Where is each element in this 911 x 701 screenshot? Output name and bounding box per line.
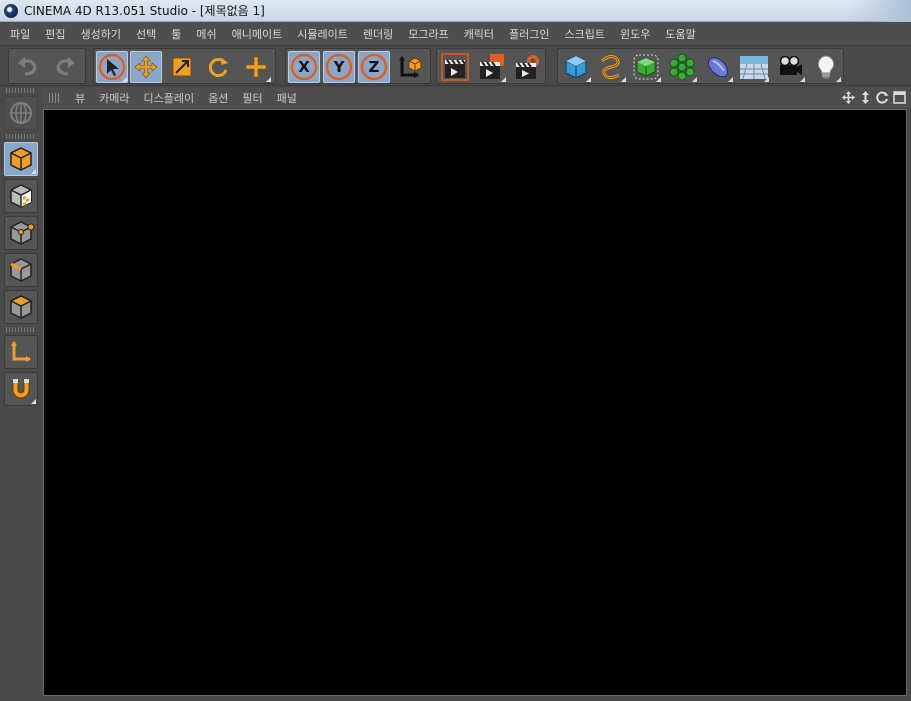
floor-icon[interactable] [738,51,770,83]
menu-plugins[interactable]: 플러그인 [509,26,549,42]
menu-window[interactable]: 윈도우 [620,26,650,42]
render-group [436,48,546,84]
deformer-icon[interactable] [702,51,734,83]
object-mode-icon[interactable] [4,142,38,176]
edge-mode-icon[interactable] [4,253,38,287]
main-toolbar: X Y Z [0,46,911,86]
move-icon[interactable] [130,51,162,83]
menu-mesh[interactable]: 메쉬 [196,26,216,42]
menu-character[interactable]: 캐릭터 [464,26,494,42]
y-axis-label: Y [333,58,346,76]
axis-group: X Y Z [285,48,431,84]
axis-mode-icon[interactable] [4,335,38,369]
scale-icon[interactable] [166,51,198,83]
render-settings-icon[interactable] [511,51,543,83]
y-axis-lock-button[interactable]: Y [323,51,355,83]
x-axis-lock-button[interactable]: X [288,51,320,83]
orbit-icon[interactable] [875,90,890,105]
viewport-menu-filter[interactable]: 필터 [242,90,262,106]
menu-select[interactable]: 선택 [136,26,156,42]
menu-help[interactable]: 도움말 [665,26,695,42]
point-mode-icon[interactable] [4,216,38,250]
polygon-mode-icon[interactable] [4,290,38,324]
menu-script[interactable]: 스크립트 [565,26,605,42]
camera-icon[interactable] [774,51,806,83]
menu-animate[interactable]: 애니메이트 [232,26,283,42]
select-arrow-icon[interactable] [96,51,128,83]
render-view-icon[interactable] [439,51,471,83]
magnet-icon[interactable] [4,372,38,406]
window-title: CINEMA 4D R13.051 Studio - [제목없음 1] [24,4,265,18]
tools-group [93,48,276,84]
spline-icon[interactable] [595,51,627,83]
array-icon[interactable] [666,51,698,83]
title-bar-glass [851,0,911,22]
z-axis-lock-button[interactable]: Z [358,51,390,83]
rotate-icon[interactable] [202,51,234,83]
menu-edit[interactable]: 편집 [45,26,65,42]
nurbs-icon[interactable] [630,51,662,83]
viewport-menu-camera[interactable]: 카메라 [99,90,129,106]
redo-icon[interactable] [49,51,81,83]
undo-icon[interactable] [12,51,44,83]
z-axis-label: Z [369,58,380,76]
pan-icon[interactable] [841,90,856,105]
mode-palette [0,86,42,701]
menu-mograph[interactable]: 모그라프 [408,26,448,42]
viewport-menu-bar: 뷰 카메라 디스플레이 옵션 필터 패널 [43,88,911,108]
light-icon[interactable] [810,51,842,83]
3d-viewport[interactable] [43,109,907,696]
menu-file[interactable]: 파일 [10,26,30,42]
maximize-view-icon[interactable] [892,90,907,105]
history-group [8,48,86,84]
objects-group [557,48,844,84]
viewport-grip[interactable] [49,93,61,103]
menu-bar: 파일 편집 생성하기 선택 툴 메쉬 애니메이트 시뮬레이트 렌더링 모그라프 … [0,22,911,46]
title-bar: CINEMA 4D R13.051 Studio - [제목없음 1] [0,0,911,22]
x-axis-label: X [298,58,310,76]
viewport-menu-options[interactable]: 옵션 [208,90,228,106]
viewport-menu-view[interactable]: 뷰 [75,90,85,106]
menu-create[interactable]: 생성하기 [81,26,121,42]
viewport-menu-panel[interactable]: 패널 [277,90,297,106]
texture-mode-icon[interactable] [4,179,38,213]
palette-divider [6,327,36,332]
cinema4d-logo-icon [4,3,18,18]
render-picture-viewer-icon[interactable] [475,51,507,83]
viewport-menu-display[interactable]: 디스플레이 [144,90,195,106]
add-icon[interactable] [240,51,272,83]
cube-icon[interactable] [560,51,592,83]
model-mode-icon[interactable] [4,96,38,130]
menu-tools[interactable]: 툴 [171,26,181,42]
palette-divider [6,134,36,139]
viewport-nav-icons [841,90,907,105]
palette-grip[interactable] [6,88,36,93]
menu-render[interactable]: 렌더링 [363,26,393,42]
zoom-icon[interactable] [858,90,873,105]
coordinate-system-icon[interactable] [394,51,426,83]
menu-simulate[interactable]: 시뮬레이트 [297,26,348,42]
cinema4d-window: CINEMA 4D R13.051 Studio - [제목없음 1] 파일 편… [0,0,911,701]
